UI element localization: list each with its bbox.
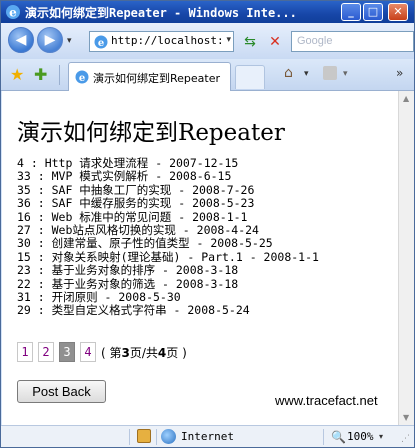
list-item: 29 : 类型自定义格式字符串 - 2008-5-24 [17,303,250,318]
address-toolbar: ◀ ▶ ▾ e http://localhost:1 ▾ ⇆ ✕ Google [1,23,414,59]
window-title: 演示如何绑定到Repeater - Windows Inte... [25,6,297,20]
browser-window: e 演示如何绑定到Repeater - Windows Inte... _ □ … [0,0,415,448]
list-item: 35 : SAF 中抽象工厂的实现 - 2008-7-26 [17,182,255,197]
toolbar-separator [59,65,60,85]
svg-text:e: e [98,38,104,49]
status-divider [129,429,130,445]
pager-total-number: 4 [157,346,167,360]
forward-button[interactable]: ▶ [37,27,63,53]
scroll-down-icon[interactable]: ▼ [403,413,409,422]
post-back-button[interactable]: Post Back [17,380,106,403]
security-zone-label: Internet [181,430,234,443]
search-box[interactable]: Google [291,31,414,52]
site-label: www.tracefact.net [275,393,378,408]
list-item: 27 : Web站点风格切换的实现 - 2008-4-24 [17,223,259,238]
status-divider [323,429,324,445]
pager-info-suffix: 页 ) [166,346,187,360]
list-item: 15 : 对象关系映射(理论基础) - Part.1 - 2008-1-1 [17,249,319,264]
ie-logo-icon: e [6,5,20,20]
pager-info-prefix: ( 第 [101,346,122,360]
article-list: 4 : Http 请求处理流程 - 2007-12-15 33 : MVP 模式… [17,156,319,318]
list-item: 22 : 基于业务对象的筛选 - 2008-3-18 [17,276,239,291]
status-divider [156,429,157,445]
minimize-button[interactable]: _ [341,3,361,21]
page-icon: e [75,70,89,84]
page-link-current: 3 [59,342,75,362]
scroll-up-icon[interactable]: ▲ [403,94,409,103]
zoom-dropdown-icon[interactable]: ▾ [379,432,383,441]
list-item: 16 : Web 标准中的常见问题 - 2008-1-1 [17,209,248,224]
close-window-button[interactable]: ✕ [388,3,408,21]
pager-info: ( 第3页/共4页 ) [101,344,187,361]
globe-icon [161,429,176,444]
svg-text:e: e [9,6,17,20]
resize-grip-icon[interactable]: ⋰ [401,434,410,444]
pager-current-number: 3 [121,346,130,360]
forward-arrow-icon: ▶ [44,32,56,48]
tab-active[interactable]: e 演示如何绑定到Repeater [68,62,231,91]
add-favorite-icon[interactable]: ✚ [34,65,47,84]
page-link-4[interactable]: 4 [80,342,96,362]
new-tab-button[interactable] [235,65,265,89]
page-link-2[interactable]: 2 [38,342,54,362]
home-icon[interactable]: ⌂ [284,65,293,81]
list-item: 4 : Http 请求处理流程 - 2007-12-15 [17,156,239,170]
vertical-scrollbar[interactable]: ▲ ▼ [398,91,414,425]
security-icon [137,429,151,443]
status-bar: Internet 🔍 100% ▾ ⋰ [1,425,414,447]
tab-label: 演示如何绑定到Repeater [93,72,221,85]
page-link-1[interactable]: 1 [17,342,33,362]
address-dropdown-icon[interactable]: ▾ [226,35,231,45]
list-item: 36 : SAF 中缓存服务的实现 - 2008-5-23 [17,196,255,211]
list-item: 23 : 基于业务对象的排序 - 2008-3-18 [17,263,239,278]
stop-button[interactable]: ✕ [265,32,285,52]
page-icon: e [94,35,108,49]
search-input[interactable]: Google [297,35,332,47]
back-button[interactable]: ◀ [8,27,34,53]
svg-text:e: e [79,73,85,84]
tab-toolbar: ★ ✚ e 演示如何绑定到Repeater ⌂ ▾ ▾ » [1,59,414,91]
address-input[interactable]: http://localhost:1 [111,34,221,47]
recent-pages-dropdown[interactable]: ▾ [67,36,77,46]
title-bar[interactable]: e 演示如何绑定到Repeater - Windows Inte... _ □ … [1,1,414,23]
page-content: 演示如何绑定到Repeater 4 : Http 请求处理流程 - 2007-1… [2,91,398,425]
favorites-star-icon[interactable]: ★ [10,65,24,84]
more-tools-chevron-icon[interactable]: » [396,66,403,80]
zoom-icon[interactable]: 🔍 [331,430,346,444]
feeds-dropdown-icon[interactable]: ▾ [343,69,348,79]
refresh-button[interactable]: ⇆ [239,32,261,52]
pager-info-mid: 页/共 [129,346,158,360]
list-item: 31 : 开闭原则 - 2008-5-30 [17,290,181,305]
home-dropdown-icon[interactable]: ▾ [304,69,309,79]
back-arrow-icon: ◀ [15,32,27,48]
zoom-level[interactable]: 100% [347,430,374,443]
list-item: 30 : 创建常量、原子性的值类型 - 2008-5-25 [17,236,273,251]
feeds-icon[interactable] [323,66,337,80]
list-item: 33 : MVP 模式实例解析 - 2008-6-15 [17,169,232,184]
address-bar[interactable]: e http://localhost:1 ▾ [89,31,234,52]
maximize-button[interactable]: □ [363,3,383,21]
page-title: 演示如何绑定到Repeater [17,120,285,146]
